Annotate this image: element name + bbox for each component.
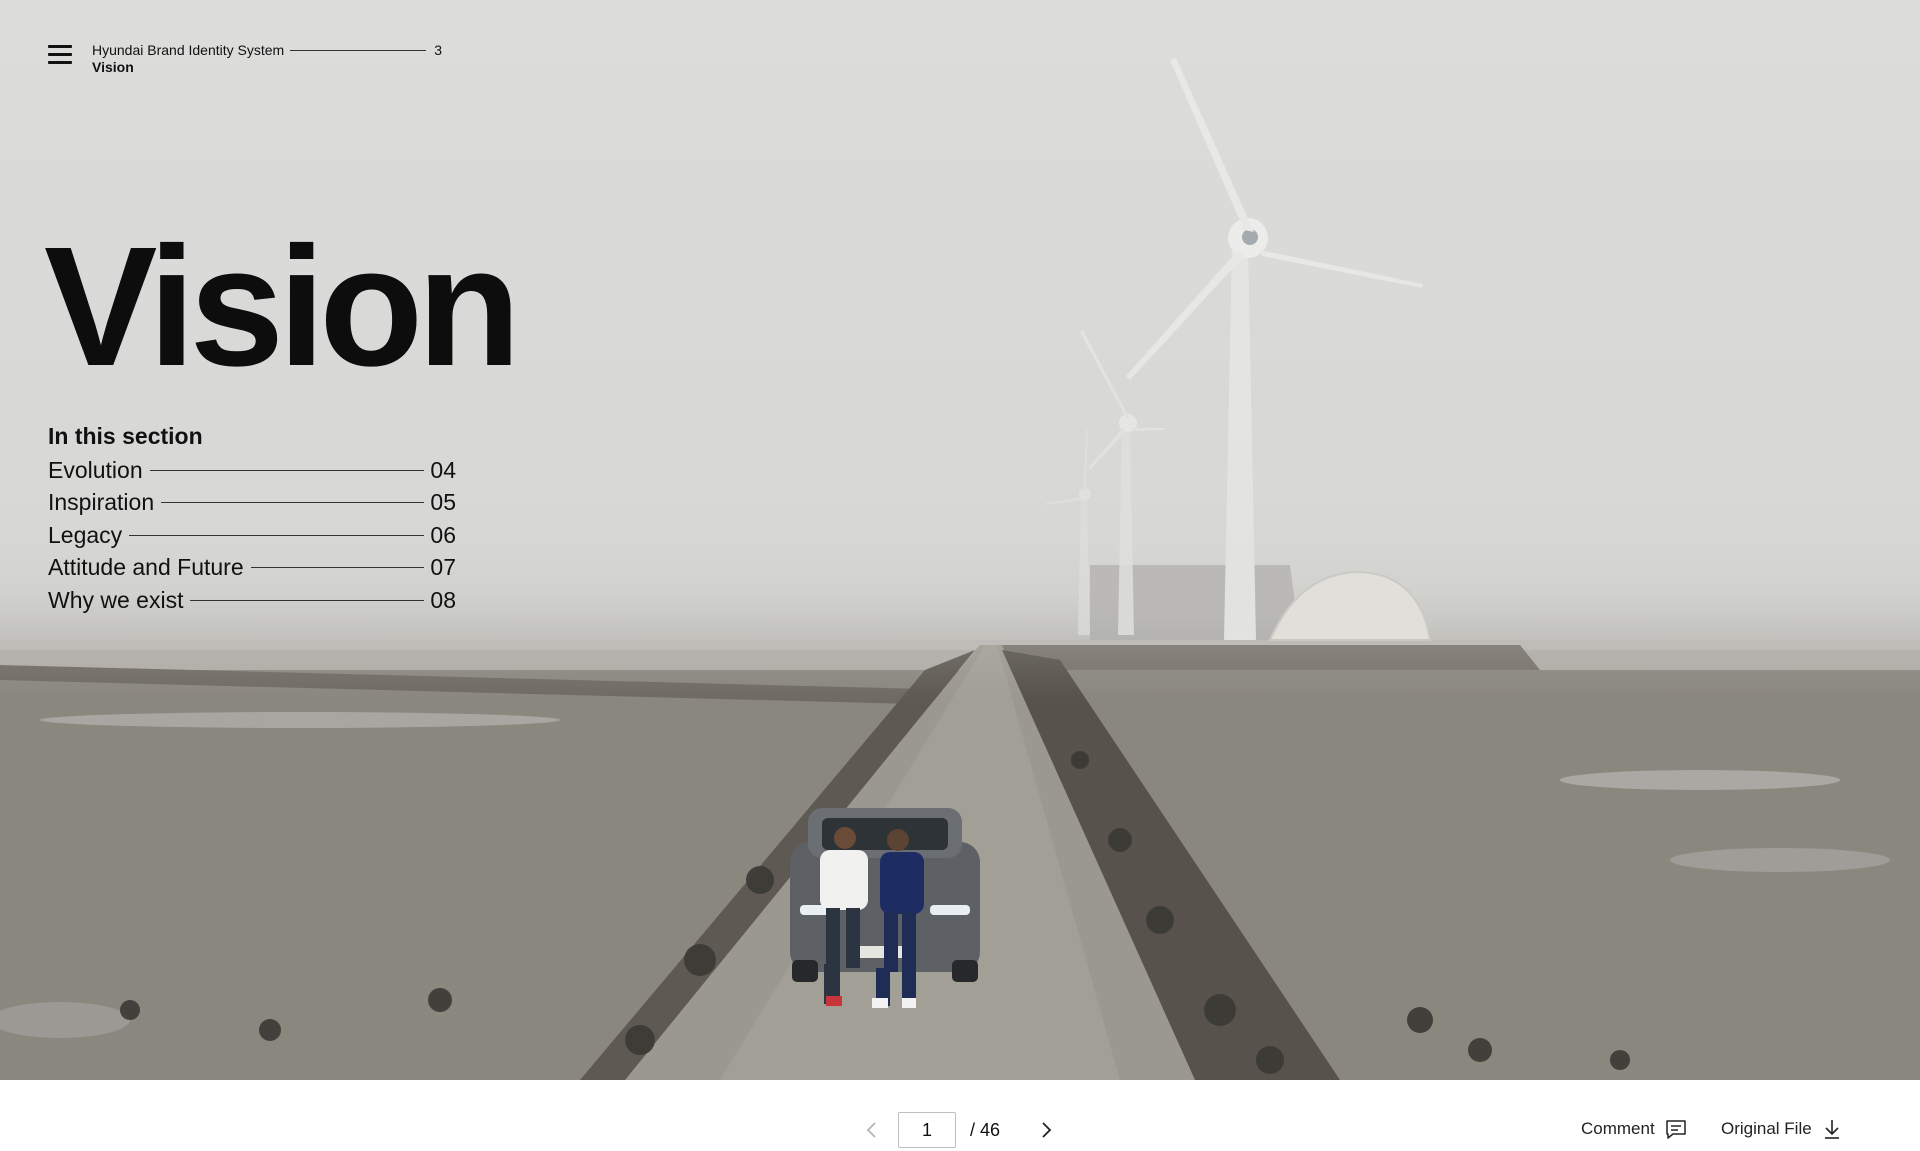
toc-item-page: 08: [430, 586, 456, 613]
toc-item-label: Attitude and Future: [48, 554, 244, 581]
toc-item-page: 07: [430, 554, 456, 581]
original-file-label: Original File: [1721, 1119, 1812, 1138]
chevron-left-icon[interactable]: [862, 1118, 882, 1142]
toc-heading: In this section: [48, 423, 203, 449]
comment-button[interactable]: Comment: [1581, 1118, 1687, 1140]
toc-leader-line: [161, 502, 425, 504]
toc-item-page: 05: [430, 489, 456, 516]
page-number-input[interactable]: [898, 1112, 956, 1148]
toc-item-label: Legacy: [48, 521, 123, 548]
page-title: Vision: [44, 212, 521, 402]
toc-leader-line: [190, 599, 425, 601]
toc-leader-line: [129, 534, 425, 536]
original-file-button[interactable]: Original File: [1721, 1118, 1842, 1140]
toc-item-evolution[interactable]: Evolution 04: [48, 454, 456, 487]
table-of-contents: Evolution 04 Inspiration 05 Legacy 06 At…: [48, 454, 456, 617]
toc-item-why-we-exist[interactable]: Why we exist 08: [48, 584, 456, 617]
toc-item-attitude-and-future[interactable]: Attitude and Future 07: [48, 552, 456, 585]
hamburger-menu-icon[interactable]: [48, 45, 72, 65]
toc-item-legacy[interactable]: Legacy 06: [48, 519, 456, 552]
toc-item-label: Evolution: [48, 456, 143, 483]
toc-item-inspiration[interactable]: Inspiration 05: [48, 487, 456, 520]
bottom-toolbar: / 46 Comment Original File: [0, 1080, 1920, 1151]
chevron-right-icon[interactable]: [1036, 1118, 1056, 1142]
breadcrumb: Hyundai Brand Identity System 3 Vision: [92, 42, 442, 75]
page-total: / 46: [970, 1120, 1001, 1140]
toc-item-page: 06: [430, 521, 456, 548]
divider: [290, 49, 427, 51]
download-icon: [1824, 1120, 1839, 1139]
page-number: 3: [434, 42, 442, 58]
section-name: Vision: [92, 59, 134, 75]
comment-icon: [1665, 1120, 1686, 1139]
toc-item-label: Inspiration: [48, 489, 155, 516]
toc-leader-line: [250, 567, 425, 569]
document-title: Hyundai Brand Identity System: [92, 42, 285, 58]
toc-item-page: 04: [430, 456, 456, 483]
comment-label: Comment: [1581, 1119, 1655, 1138]
toc-item-label: Why we exist: [48, 586, 184, 613]
toc-leader-line: [149, 469, 425, 471]
